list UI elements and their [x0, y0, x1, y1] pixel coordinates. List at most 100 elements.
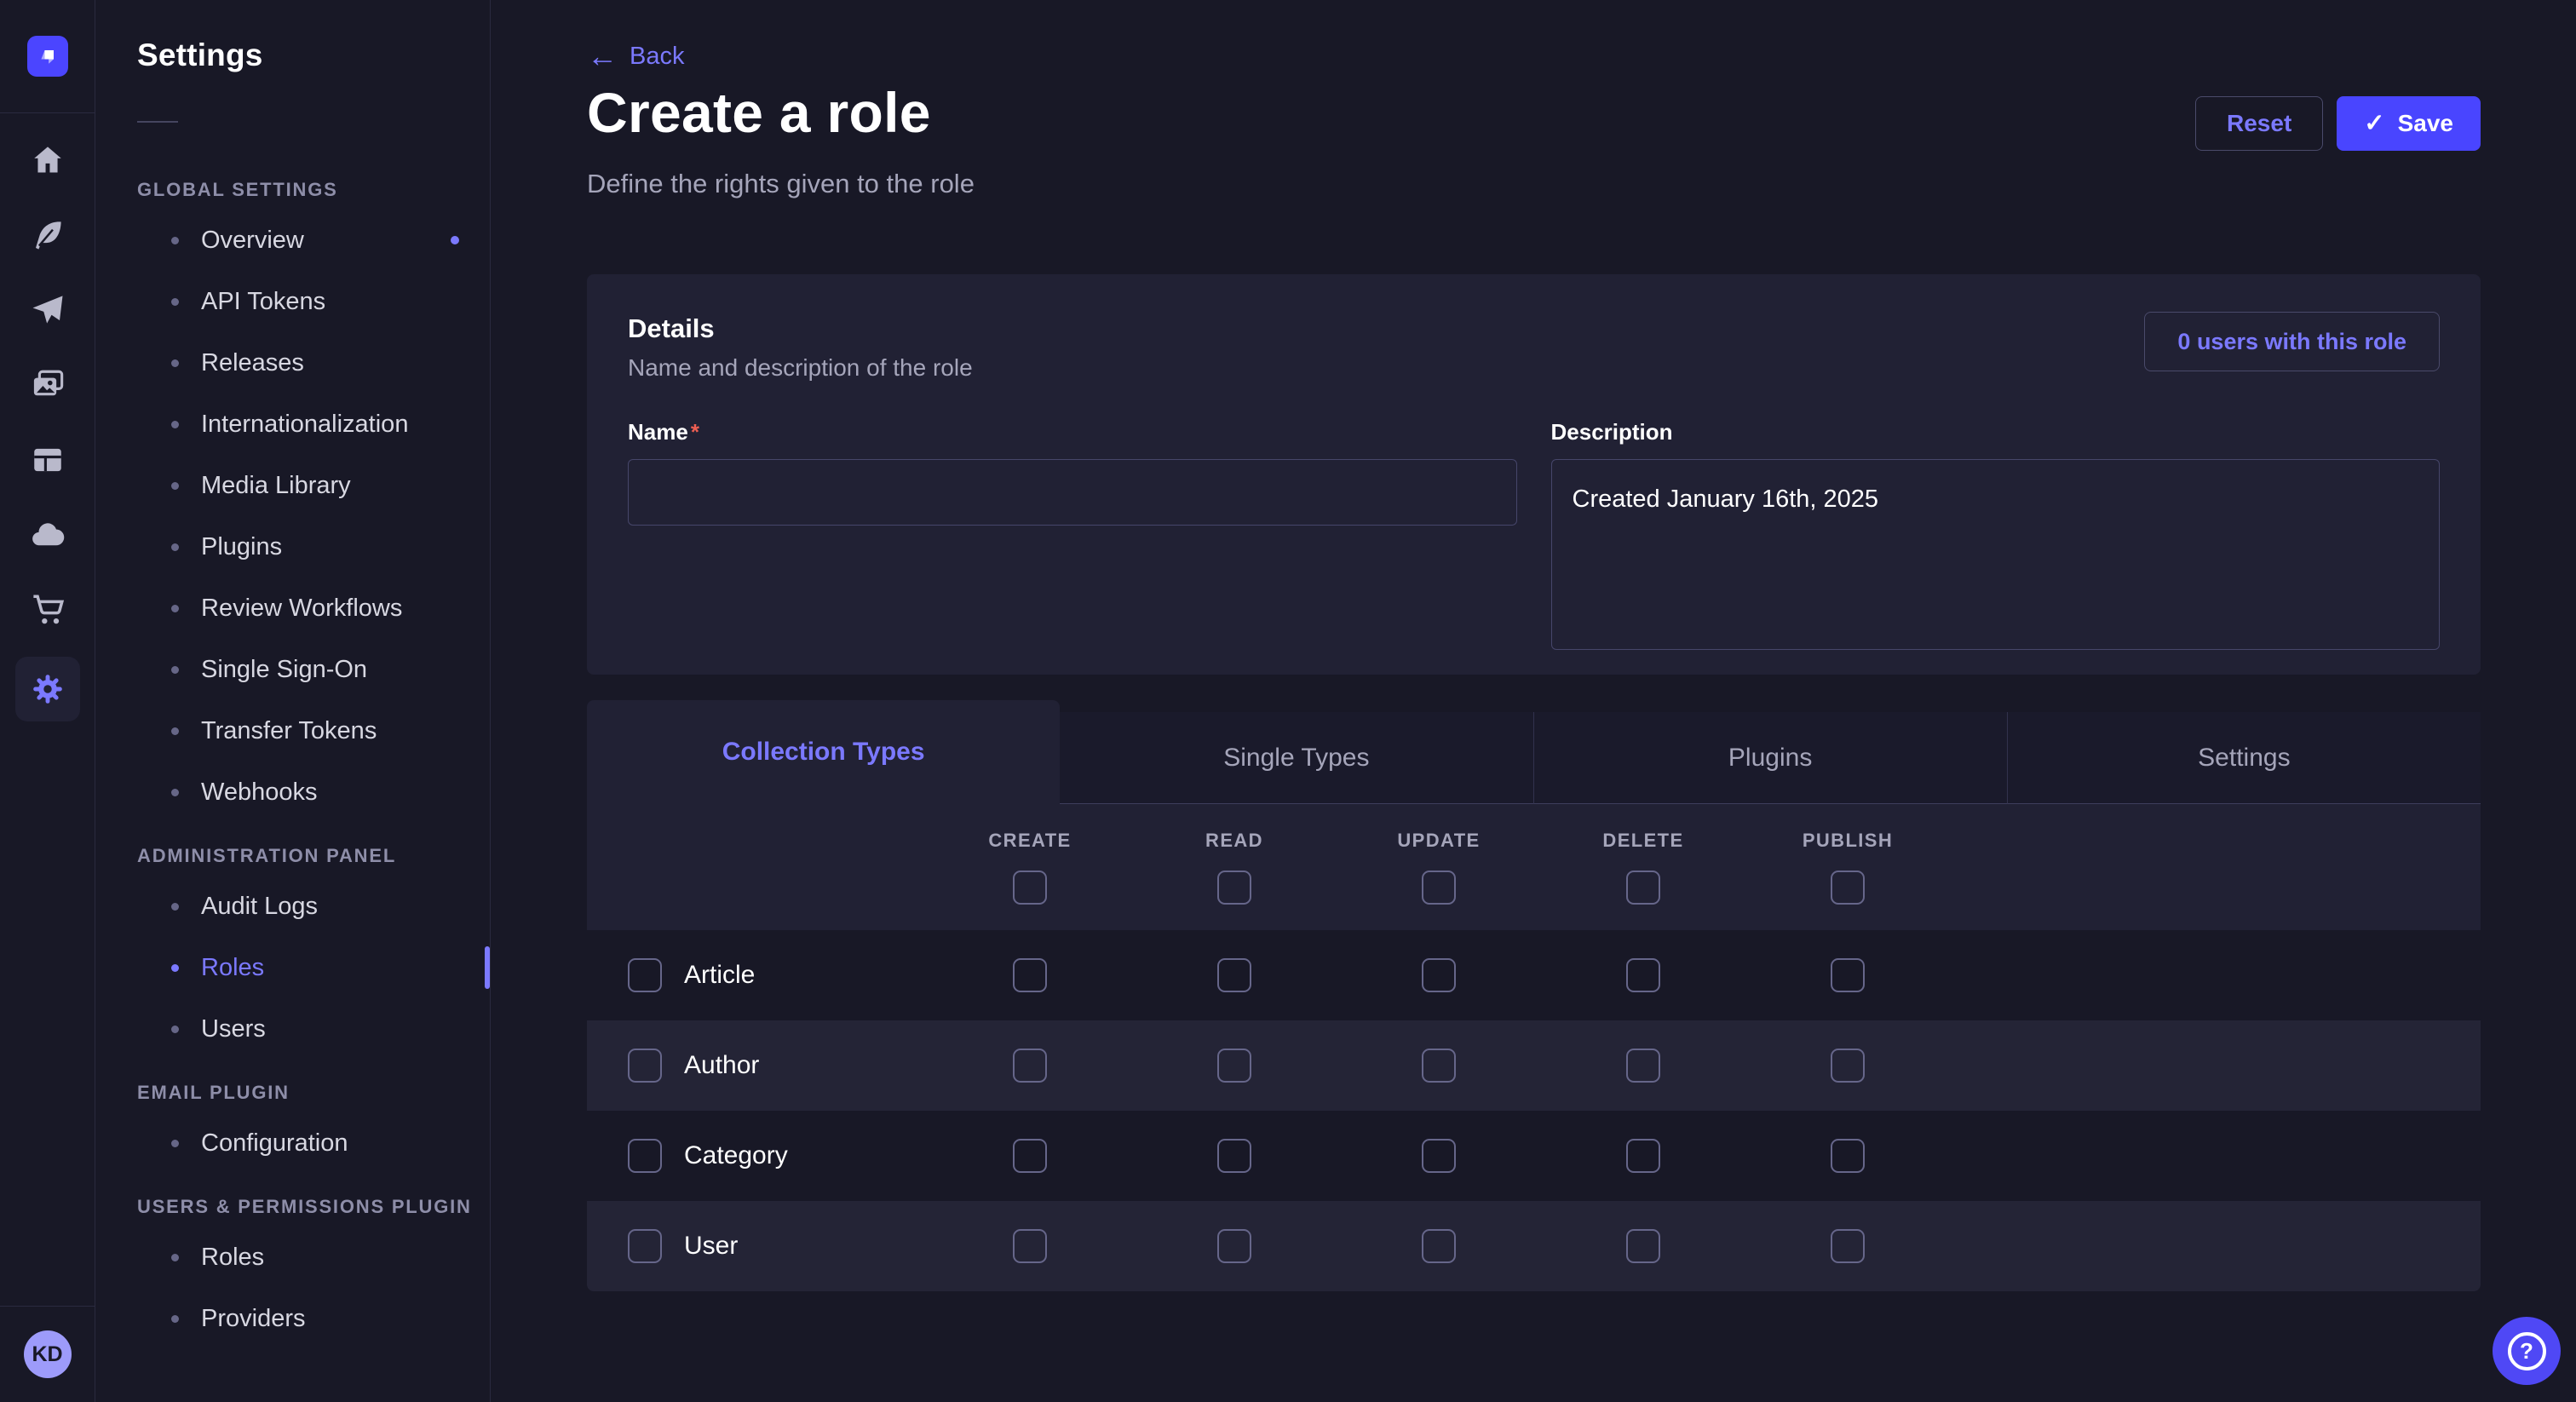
- tab[interactable]: Collection Types: [587, 700, 1060, 804]
- bullet-icon: [171, 964, 179, 972]
- select-row-checkbox[interactable]: [628, 1049, 662, 1083]
- sidebar-item-label: Roles: [201, 1244, 264, 1272]
- permission-checkbox-update[interactable]: [1422, 1049, 1456, 1083]
- sidebar-item[interactable]: Internationalization: [96, 394, 490, 455]
- section-global-settings: GLOBAL SETTINGS Overview API Tokens Rel: [96, 179, 490, 823]
- details-fields: Name* Description Created January 16th, …: [628, 419, 2440, 654]
- media-library-icon[interactable]: [30, 367, 66, 403]
- permission-checkbox-read[interactable]: [1217, 1049, 1251, 1083]
- permission-checkbox-read[interactable]: [1217, 1229, 1251, 1263]
- select-all-column-checkbox[interactable]: [1217, 871, 1251, 905]
- permission-checkbox-delete[interactable]: [1626, 1229, 1660, 1263]
- sidebar-item[interactable]: Configuration: [96, 1112, 490, 1174]
- workspace-logo-section: [0, 0, 95, 113]
- sidebar-item-label: Review Workflows: [201, 595, 402, 623]
- main-nav-rail: KD: [0, 0, 95, 1402]
- home-icon[interactable]: [30, 142, 66, 178]
- description-textarea[interactable]: Created January 16th, 2025: [1551, 459, 2441, 650]
- save-button[interactable]: ✓ Save: [2337, 96, 2481, 151]
- permission-checkbox-delete[interactable]: [1626, 1139, 1660, 1173]
- section-label: GLOBAL SETTINGS: [137, 179, 490, 201]
- sidebar-item[interactable]: Roles: [96, 1227, 490, 1288]
- cloud-icon[interactable]: [30, 517, 66, 553]
- permission-row: Article: [587, 930, 2481, 1020]
- sidebar-item[interactable]: Providers: [96, 1288, 490, 1349]
- users-with-role-button[interactable]: 0 users with this role: [2144, 312, 2440, 371]
- permission-checkbox-create[interactable]: [1013, 1229, 1047, 1263]
- column-header-label: CREATE: [988, 830, 1071, 852]
- strapi-logo[interactable]: [27, 36, 68, 77]
- sidebar-item[interactable]: Roles: [96, 937, 490, 998]
- back-link[interactable]: ← Back: [587, 41, 684, 72]
- permission-checkbox-publish[interactable]: [1831, 1139, 1865, 1173]
- select-all-column-checkbox[interactable]: [1013, 871, 1047, 905]
- tab[interactable]: Settings: [2007, 712, 2481, 804]
- rail-icon-list: [15, 142, 80, 721]
- sidebar-item-label: Webhooks: [201, 779, 318, 807]
- permission-checkbox-update[interactable]: [1422, 1229, 1456, 1263]
- sidebar-item[interactable]: Review Workflows: [96, 577, 490, 639]
- permission-checkbox-publish[interactable]: [1831, 958, 1865, 992]
- bullet-icon: [171, 421, 179, 428]
- column-header-cell: PUBLISH: [1745, 804, 1950, 930]
- sidebar-item-label: API Tokens: [201, 288, 325, 316]
- permissions-rows: Article Author: [587, 930, 2481, 1291]
- permission-checkbox-create[interactable]: [1013, 1049, 1047, 1083]
- permission-checkbox-delete[interactable]: [1626, 958, 1660, 992]
- description-label: Description: [1551, 419, 2441, 445]
- sidebar-item[interactable]: Users: [96, 998, 490, 1060]
- settings-gear-icon[interactable]: [15, 657, 80, 721]
- description-field-group: Description Created January 16th, 2025: [1551, 419, 2441, 654]
- marketplace-cart-icon[interactable]: [30, 592, 66, 628]
- avatar[interactable]: KD: [24, 1330, 72, 1378]
- permission-checkbox-publish[interactable]: [1831, 1049, 1865, 1083]
- permission-checkbox-publish[interactable]: [1831, 1229, 1865, 1263]
- content-type-builder-icon[interactable]: [30, 442, 66, 478]
- tab[interactable]: Plugins: [1533, 712, 2007, 804]
- column-header-cell: UPDATE: [1337, 804, 1541, 930]
- column-headers: CREATE READ UPDATE: [928, 804, 1950, 930]
- select-all-column-checkbox[interactable]: [1422, 871, 1456, 905]
- sidebar-item[interactable]: Overview: [96, 210, 490, 271]
- sidebar-item[interactable]: Releases: [96, 332, 490, 394]
- permission-checkbox-create[interactable]: [1013, 958, 1047, 992]
- bullet-icon: [171, 727, 179, 735]
- row-permission-cells: [928, 1201, 1950, 1291]
- select-row-checkbox[interactable]: [628, 1139, 662, 1173]
- permission-checkbox-read[interactable]: [1217, 1139, 1251, 1173]
- permission-checkbox-create[interactable]: [1013, 1139, 1047, 1173]
- select-row-checkbox[interactable]: [628, 958, 662, 992]
- section-items: Configuration: [96, 1112, 490, 1174]
- select-all-column-checkbox[interactable]: [1626, 871, 1660, 905]
- sidebar-item[interactable]: API Tokens: [96, 271, 490, 332]
- reset-button[interactable]: Reset: [2195, 96, 2323, 151]
- permission-checkbox-update[interactable]: [1422, 1139, 1456, 1173]
- bullet-icon: [171, 237, 179, 244]
- sidebar-item-label: Roles: [201, 954, 264, 982]
- permission-checkbox-read[interactable]: [1217, 958, 1251, 992]
- tab-bar: Collection Types Single Types Plugins Se…: [587, 700, 2481, 804]
- help-button[interactable]: ?: [2493, 1317, 2561, 1385]
- sidebar-item[interactable]: Webhooks: [96, 761, 490, 823]
- bullet-icon: [171, 605, 179, 612]
- permission-row: Author: [587, 1020, 2481, 1111]
- permission-row: Category: [587, 1111, 2481, 1201]
- sidebar-item[interactable]: Plugins: [96, 516, 490, 577]
- permission-checkbox-update[interactable]: [1422, 958, 1456, 992]
- sidebar-item[interactable]: Single Sign-On: [96, 639, 490, 700]
- permission-checkbox-delete[interactable]: [1626, 1049, 1660, 1083]
- tab[interactable]: Single Types: [1060, 712, 1532, 804]
- section-label: EMAIL PLUGIN: [137, 1082, 490, 1104]
- column-header-cell: DELETE: [1541, 804, 1745, 930]
- sidebar-item[interactable]: Media Library: [96, 455, 490, 516]
- bullet-icon: [171, 482, 179, 490]
- sidebar-item[interactable]: Transfer Tokens: [96, 700, 490, 761]
- select-row-checkbox[interactable]: [628, 1229, 662, 1263]
- release-plane-icon[interactable]: [30, 292, 66, 328]
- sidebar-item[interactable]: Audit Logs: [96, 876, 490, 937]
- select-all-column-checkbox[interactable]: [1831, 871, 1865, 905]
- name-input[interactable]: [628, 459, 1517, 526]
- content-feather-icon[interactable]: [30, 217, 66, 253]
- bullet-icon: [171, 1315, 179, 1323]
- bullet-icon: [171, 543, 179, 551]
